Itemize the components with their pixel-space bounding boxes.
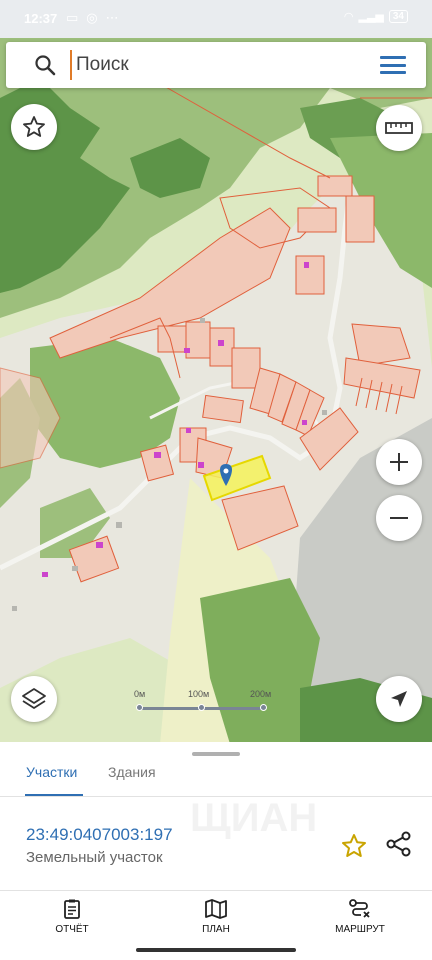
route-icon: [349, 899, 370, 918]
layers-button[interactable]: [11, 676, 57, 722]
share-icon[interactable]: [385, 830, 413, 858]
nav-route[interactable]: МАРШРУТ: [310, 898, 410, 935]
sheet-tabs: Участки Здания: [0, 756, 432, 797]
zoom-out-button[interactable]: [376, 495, 422, 541]
scale-tick: [198, 704, 205, 711]
message-icon: ▭: [66, 10, 79, 25]
minus-icon: [390, 517, 408, 519]
layers-icon: [22, 688, 46, 709]
home-indicator[interactable]: [136, 948, 296, 952]
wifi-icon: ◠: [343, 11, 354, 23]
map-canvas[interactable]: [0, 38, 432, 744]
scale-tick: [260, 704, 267, 711]
menu-icon[interactable]: [380, 56, 406, 74]
my-location-button[interactable]: [376, 676, 422, 722]
nav-report-label: ОТЧЁТ: [55, 924, 89, 935]
status-bar: 12:37 ▭ ◎ ⋯ ◠ ▂▃▅ 34: [0, 0, 432, 38]
favorite-star-icon[interactable]: [340, 832, 368, 860]
navigation-arrow-icon: [391, 691, 407, 707]
star-outline-icon: [23, 116, 45, 137]
parcel-type: Земельный участок: [26, 849, 163, 866]
status-time: 12:37: [24, 11, 58, 26]
map-scale: 0м 100м 200м: [134, 689, 284, 719]
ruler-icon: [385, 122, 413, 134]
bottom-sheet: Участки Здания ЩИАН 23:49:0407003:197 Зе…: [0, 742, 432, 960]
more-icon: ⋯: [105, 10, 119, 25]
clipboard-icon: [64, 899, 80, 919]
whatsapp-icon: ◎: [86, 10, 98, 25]
ruler-button[interactable]: [376, 105, 422, 151]
nav-route-label: МАРШРУТ: [335, 924, 385, 935]
watermark-logo: ЩИАН: [190, 796, 318, 840]
search-input[interactable]: [70, 50, 360, 80]
system-icons: ◠ ▂▃▅ 34: [344, 10, 408, 23]
tab-parcels[interactable]: Участки: [26, 764, 77, 780]
map-view[interactable]: 0м 100м 200м: [0, 38, 432, 744]
map-icon: [205, 899, 227, 919]
nav-report[interactable]: ОТЧЁТ: [22, 898, 122, 935]
zoom-in-button[interactable]: [376, 439, 422, 485]
favorites-button[interactable]: [11, 104, 57, 150]
notification-icons: ▭ ◎ ⋯: [66, 10, 119, 26]
bottom-nav: ОТЧЁТ ПЛАН МАРШРУТ: [0, 892, 432, 942]
divider: [0, 890, 432, 891]
nav-plan-label: ПЛАН: [202, 924, 230, 935]
battery-icon: 34: [388, 10, 408, 23]
search-bar: [6, 42, 426, 88]
tab-buildings[interactable]: Здания: [108, 764, 156, 780]
scale-label-0: 0м: [134, 689, 146, 699]
search-icon[interactable]: [34, 54, 56, 76]
nav-plan[interactable]: ПЛАН: [166, 898, 266, 935]
signal-icon: ▂▃▅: [358, 11, 384, 23]
cadastral-number[interactable]: 23:49:0407003:197: [26, 825, 173, 845]
plus-icon: [390, 453, 408, 471]
scale-label-100: 100м: [188, 689, 210, 699]
scale-tick: [136, 704, 143, 711]
scale-label-200: 200м: [250, 689, 272, 699]
